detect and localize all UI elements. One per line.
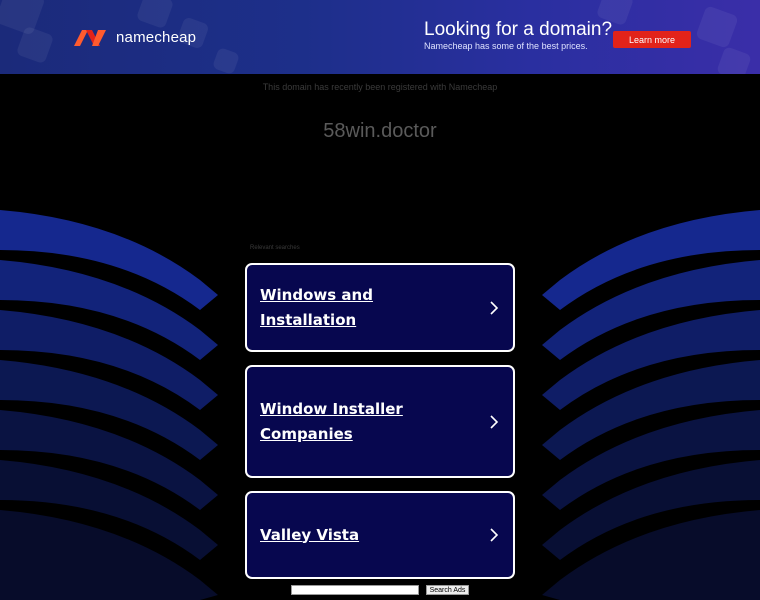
relevant-search-item[interactable]: Window Installer Companies (245, 365, 515, 478)
promo-title: Looking for a domain? (424, 19, 613, 40)
namecheap-logo[interactable]: namecheap (72, 26, 196, 48)
registration-notice: This domain has recently been registered… (262, 82, 498, 92)
relevant-search-item[interactable]: Valley Vista (245, 491, 515, 579)
chevron-right-icon (490, 414, 499, 429)
promo-banner: namecheap Looking for a domain? Namechea… (0, 0, 760, 74)
learn-more-button[interactable]: Learn more (613, 31, 691, 48)
relevant-search-item[interactable]: Windows and Installation (245, 263, 515, 352)
relevant-searches-label: Relevant searches (250, 245, 300, 251)
relevant-search-label: Windows and Installation (260, 285, 373, 329)
promo-subtitle: Namecheap has some of the best prices. (424, 41, 588, 51)
relevant-search-label: Window Installer Companies (260, 399, 403, 443)
logo-text: namecheap (116, 28, 197, 46)
search-ads-button[interactable]: Search Ads (426, 585, 469, 595)
search-input[interactable] (291, 585, 419, 595)
domain-title: 58win.doctor (323, 120, 437, 142)
chevron-right-icon (490, 300, 499, 315)
namecheap-logo-icon (74, 30, 106, 46)
chevron-right-icon (490, 528, 499, 542)
relevant-search-label: Valley Vista (260, 525, 360, 544)
